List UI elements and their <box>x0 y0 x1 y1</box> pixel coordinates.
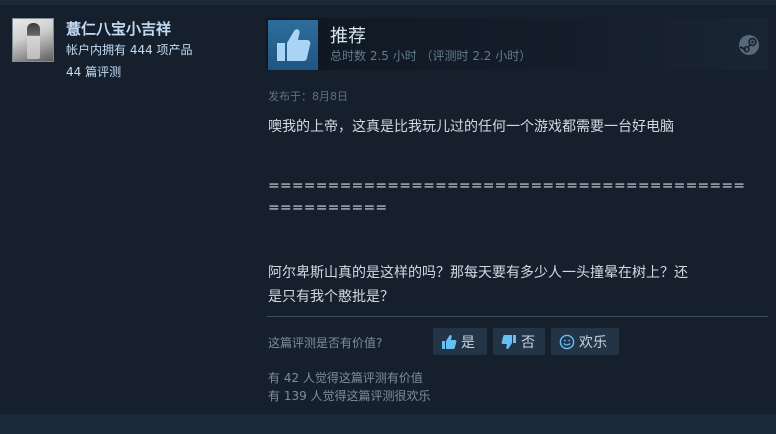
thumbs-up-icon <box>277 29 311 61</box>
review-header[interactable]: 推荐 总时数 2.5 小时 （评测时 2.2 小时） <box>266 18 768 70</box>
divider <box>266 316 768 317</box>
vote-no-button[interactable]: 否 <box>493 328 545 355</box>
review-body-separator: ======================================== <box>268 178 746 194</box>
vote-funny-button[interactable]: 欢乐 <box>551 328 619 355</box>
author-products-count[interactable]: 帐户内拥有 444 项产品 <box>66 41 193 58</box>
helpful-question: 这篇评测是否有价值? <box>268 336 383 350</box>
bottom-strip <box>0 414 776 434</box>
vote-yes-button[interactable]: 是 <box>433 328 487 355</box>
thumbs-down-icon <box>501 334 516 349</box>
playtime-hours: 总时数 2.5 小时 （评测时 2.2 小时） <box>330 49 532 63</box>
vote-no-label: 否 <box>521 334 535 351</box>
recommended-thumb-box <box>268 20 318 70</box>
thumbs-up-icon <box>442 334 457 349</box>
vote-yes-label: 是 <box>461 334 475 351</box>
author-reviews-count[interactable]: 44 篇评测 <box>66 63 121 80</box>
review-body-line: 阿尔卑斯山真的是这样的吗？那每天要有多少人一头撞晕在树上？还 <box>268 265 688 281</box>
review-body-line: 是只有我个憨批是？ <box>268 289 394 305</box>
posted-date: 发布于：8月8日 <box>268 90 348 103</box>
steam-icon <box>739 35 759 55</box>
avatar-figure <box>27 23 40 59</box>
smiley-icon <box>559 334 575 349</box>
review-page: 薏仁八宝小吉祥 帐户内拥有 444 项产品 44 篇评测 推荐 总时数 2.5 … <box>0 0 776 434</box>
review-body-line: 噢我的上帝，这真是比我玩儿过的任何一个游戏都需要一台好电脑 <box>268 119 674 135</box>
vote-funny-label: 欢乐 <box>579 334 607 351</box>
funny-count: 有 139 人觉得这篇评测很欢乐 <box>268 389 431 403</box>
avatar[interactable] <box>12 18 54 62</box>
review-body-separator: ========== <box>268 200 388 216</box>
top-cut-strip <box>0 0 776 5</box>
helpful-count: 有 42 人觉得这篇评测有价值 <box>268 371 423 385</box>
author-name[interactable]: 薏仁八宝小吉祥 <box>66 18 171 39</box>
review-verdict: 推荐 <box>330 26 366 47</box>
